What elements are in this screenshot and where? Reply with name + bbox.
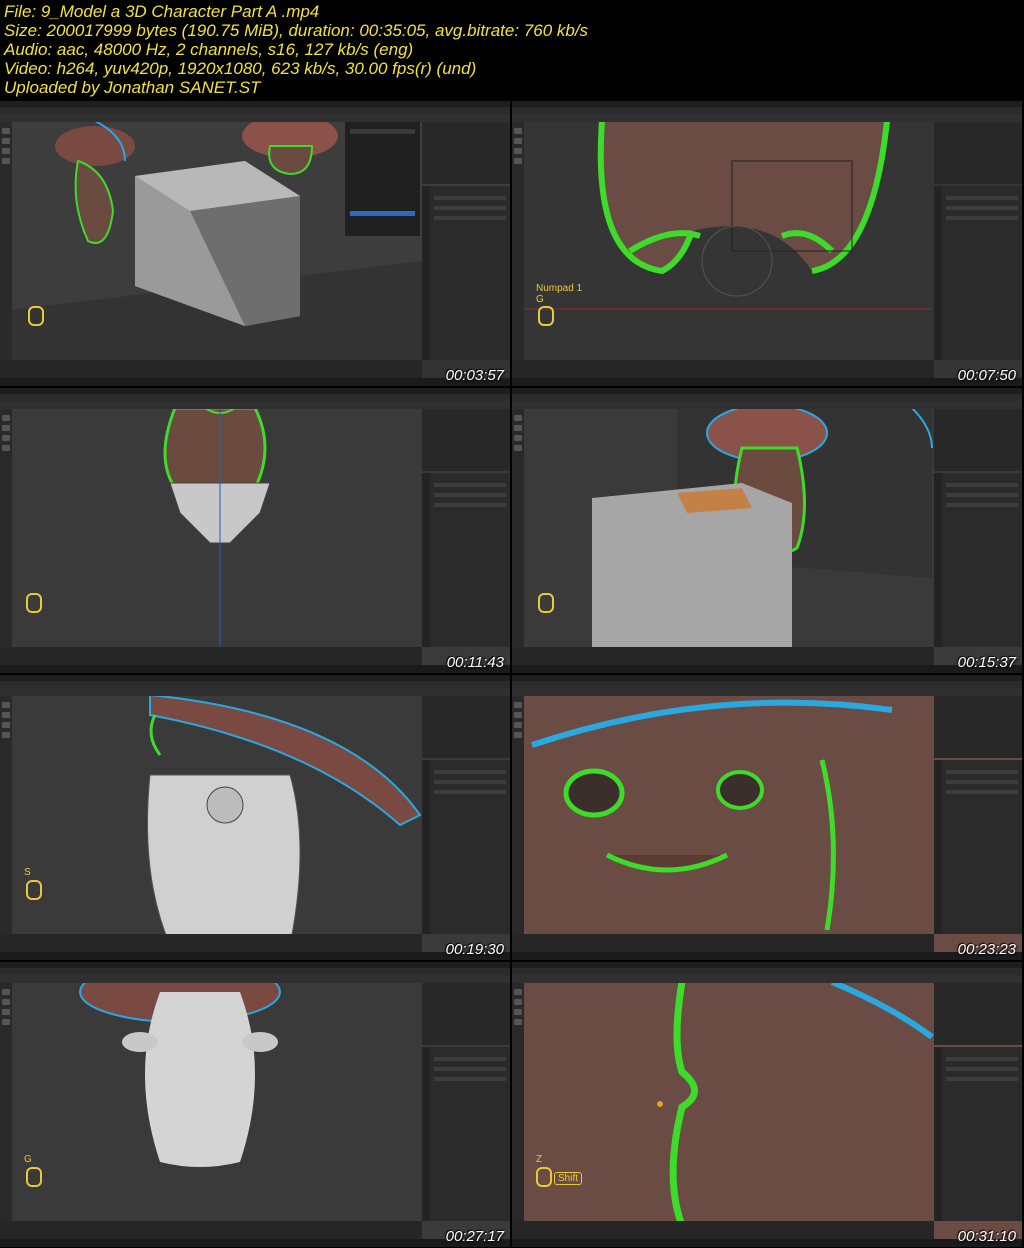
timestamp: 00:23:23 [957,941,1016,958]
mouse-icon [26,593,42,613]
outliner-panel[interactable] [934,122,1022,184]
timeline[interactable] [512,1221,934,1239]
outliner-panel[interactable] [422,696,510,758]
properties-panel[interactable] [422,1047,510,1221]
timestamp: 00:03:57 [445,367,504,384]
thumbnail-2[interactable]: Numpad 1 G 00:07:50 [512,101,1022,386]
outliner-panel[interactable] [422,983,510,1045]
mouse-icon [28,306,44,326]
outliner-panel[interactable] [422,409,510,471]
timeline[interactable] [512,360,934,378]
timestamp: 00:27:17 [445,1228,504,1245]
properties-panel[interactable] [934,473,1022,647]
mouse-icon [26,880,42,900]
keyboard-hint: Z [536,1154,543,1165]
thumbnail-7[interactable]: G 00:27:17 [0,962,510,1247]
thumbnail-grid: 00:03:57 Numpad 1 G 00:07:50 00:11:43 00… [0,101,1024,1248]
thumbnail-6[interactable]: 00:23:23 [512,675,1022,960]
timeline[interactable] [512,647,934,665]
timestamp: 00:07:50 [957,367,1016,384]
thumbnail-5[interactable]: S 00:19:30 [0,675,510,960]
timeline[interactable] [0,934,422,952]
timestamp: 00:15:37 [957,654,1016,671]
keyboard-hint: Numpad 1 G [536,283,583,305]
mouse-icon [538,593,554,613]
file-info-header: File: 9_Model a 3D Character Part A .mp4… [0,0,1024,100]
shift-key-badge: Shift [554,1172,583,1185]
timeline[interactable] [0,360,422,378]
properties-panel[interactable] [934,186,1022,360]
mouse-icon [26,1167,42,1187]
mouse-icon [536,1167,552,1187]
timestamp: 00:31:10 [957,1228,1016,1245]
keyboard-hint: S [24,867,31,878]
properties-panel[interactable] [422,473,510,647]
properties-panel[interactable] [422,760,510,934]
thumbnail-1[interactable]: 00:03:57 [0,101,510,386]
timestamp: 00:19:30 [445,941,504,958]
outliner-panel[interactable] [934,696,1022,758]
audio-info-line: Audio: aac, 48000 Hz, 2 channels, s16, 1… [4,40,414,59]
properties-panel[interactable] [934,760,1022,934]
timeline[interactable] [512,934,934,952]
file-size-line: Size: 200017999 bytes (190.75 MiB), dura… [4,21,589,40]
thumbnail-3[interactable]: 00:11:43 [0,388,510,673]
outliner-panel[interactable] [934,409,1022,471]
timeline[interactable] [0,647,422,665]
properties-panel[interactable] [934,1047,1022,1221]
timestamp: 00:11:43 [446,654,504,671]
uploader-line: Uploaded by Jonathan SANET.ST [4,78,261,97]
file-name-line: File: 9_Model a 3D Character Part A .mp4 [4,2,320,21]
video-info-line: Video: h264, yuv420p, 1920x1080, 623 kb/… [4,59,477,78]
properties-panel[interactable] [422,186,510,360]
outliner-panel[interactable] [422,122,510,184]
mouse-icon [538,306,554,326]
keyboard-hint: G [24,1154,32,1165]
outliner-panel[interactable] [934,983,1022,1045]
thumbnail-8[interactable]: Z Shift 00:31:10 [512,962,1022,1247]
thumbnail-4[interactable]: 00:15:37 [512,388,1022,673]
timeline[interactable] [0,1221,422,1239]
